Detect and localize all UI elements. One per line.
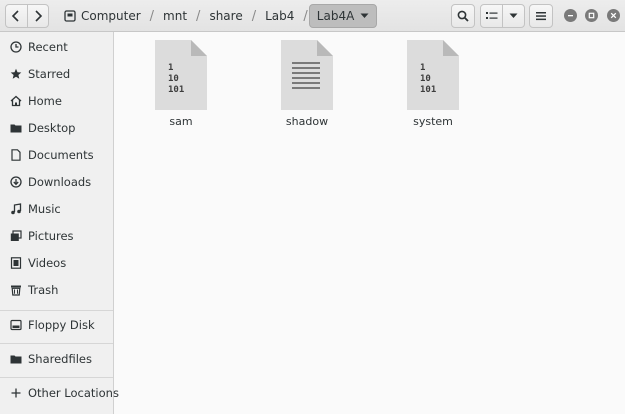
minimize-icon [568, 15, 573, 17]
hamburger-icon [536, 12, 546, 21]
view-options-group [480, 4, 525, 28]
binary-glyph-line: 10 [420, 74, 431, 84]
breadcrumb-share[interactable]: share [201, 4, 250, 28]
forward-button[interactable] [28, 5, 49, 27]
chevron-left-icon [12, 10, 19, 22]
sidebar-item-label: Trash [28, 283, 59, 297]
sidebar-item-other-locations[interactable]: Other Locations [0, 380, 119, 407]
sidebar-divider [0, 343, 113, 344]
binary-glyph-line: 1 [420, 63, 425, 73]
sidebar-item-floppy-disk[interactable]: Floppy Disk [0, 312, 113, 339]
maximize-button[interactable] [585, 9, 598, 22]
sidebar-item-label: Desktop [28, 121, 76, 135]
breadcrumb-lab4[interactable]: Lab4 [257, 4, 302, 28]
sidebar-item-label: Other Locations [28, 386, 119, 400]
sidebar-item-label: Documents [28, 148, 94, 162]
binary-glyph-line: 101 [420, 85, 436, 95]
sidebar-item-videos[interactable]: Videos [0, 250, 113, 277]
sidebar-item-label: Home [28, 94, 62, 108]
search-icon [457, 10, 469, 22]
desktop-icon [10, 122, 22, 134]
minimize-button[interactable] [564, 9, 577, 22]
sidebar-item-trash[interactable]: Trash [0, 277, 113, 304]
binary-file-icon: 1 10 101 [155, 40, 207, 110]
menu-button[interactable] [529, 4, 553, 28]
star-icon [10, 68, 22, 80]
binary-glyph-line: 1 [168, 63, 173, 73]
computer-icon [64, 10, 76, 22]
file-item-shadow[interactable]: shadow [257, 40, 357, 128]
file-item-system[interactable]: 1 10 101 system [383, 40, 483, 128]
sidebar-item-label: Starred [28, 67, 71, 81]
sidebar-item-sharedfiles[interactable]: Sharedfiles [0, 346, 113, 373]
sidebar-item-starred[interactable]: Starred [0, 61, 113, 88]
drive-icon [10, 319, 22, 331]
file-name: shadow [285, 115, 329, 128]
sidebar-item-label: Sharedfiles [28, 352, 92, 366]
view-menu-button[interactable] [503, 5, 524, 27]
sidebar-item-recent[interactable]: Recent [0, 34, 113, 61]
list-view-icon [485, 12, 497, 19]
sidebar-item-label: Downloads [28, 175, 92, 189]
file-view: 1 10 101 sam shadow 1 10 101 system [114, 32, 625, 414]
close-icon [610, 12, 617, 19]
sidebar-item-home[interactable]: Home [0, 88, 113, 115]
document-icon [10, 149, 22, 161]
breadcrumb-mnt[interactable]: mnt [155, 4, 195, 28]
folder-icon [10, 353, 22, 365]
breadcrumb-label: Lab4A [316, 9, 355, 23]
plus-icon [10, 387, 22, 399]
breadcrumb-label: Lab4 [265, 9, 295, 23]
header-bar: Computer / mnt / share / Lab4 / Lab4A [0, 0, 625, 32]
navigation-buttons [5, 4, 49, 28]
caret-down-icon [509, 13, 518, 18]
file-name: system [413, 115, 453, 128]
sidebar-item-label: Recent [28, 40, 68, 54]
sidebar-item-pictures[interactable]: Pictures [0, 223, 113, 250]
file-item-sam[interactable]: 1 10 101 sam [131, 40, 231, 128]
sidebar-item-label: Floppy Disk [28, 318, 95, 332]
chevron-right-icon [35, 10, 42, 22]
back-button[interactable] [6, 5, 28, 27]
breadcrumb-label: mnt [163, 9, 188, 23]
binary-glyph-line: 101 [168, 85, 184, 95]
binary-file-icon: 1 10 101 [407, 40, 459, 110]
breadcrumb-separator: / [303, 8, 308, 24]
file-name: sam [169, 115, 193, 128]
pictures-icon [10, 230, 22, 242]
search-button[interactable] [451, 4, 475, 28]
breadcrumb-lab4a[interactable]: Lab4A [308, 4, 378, 28]
text-file-icon [281, 40, 333, 110]
download-icon [10, 176, 22, 188]
sidebar-item-documents[interactable]: Documents [0, 142, 113, 169]
trash-icon [10, 284, 22, 296]
music-icon [10, 203, 22, 215]
sidebar-item-label: Pictures [28, 229, 74, 243]
sidebar: Recent Starred Home Desktop Documents Do… [0, 32, 119, 414]
sidebar-item-downloads[interactable]: Downloads [0, 169, 113, 196]
view-list-button[interactable] [481, 5, 503, 27]
caret-down-icon [360, 13, 369, 18]
sidebar-item-label: Videos [28, 256, 67, 270]
sidebar-item-desktop[interactable]: Desktop [0, 115, 113, 142]
home-icon [10, 95, 22, 107]
breadcrumb: Computer / mnt / share / Lab4 / Lab4A [58, 4, 378, 28]
breadcrumb-computer[interactable]: Computer [58, 4, 149, 28]
video-icon [10, 257, 22, 269]
close-button[interactable] [607, 9, 620, 22]
sidebar-divider [0, 377, 113, 378]
clock-icon [10, 41, 22, 53]
sidebar-item-label: Music [28, 202, 61, 216]
breadcrumb-label: share [209, 9, 243, 23]
binary-glyph-line: 10 [168, 74, 179, 84]
sidebar-item-music[interactable]: Music [0, 196, 113, 223]
maximize-icon [588, 12, 595, 19]
sidebar-divider [0, 310, 113, 311]
breadcrumb-label: Computer [81, 9, 141, 23]
